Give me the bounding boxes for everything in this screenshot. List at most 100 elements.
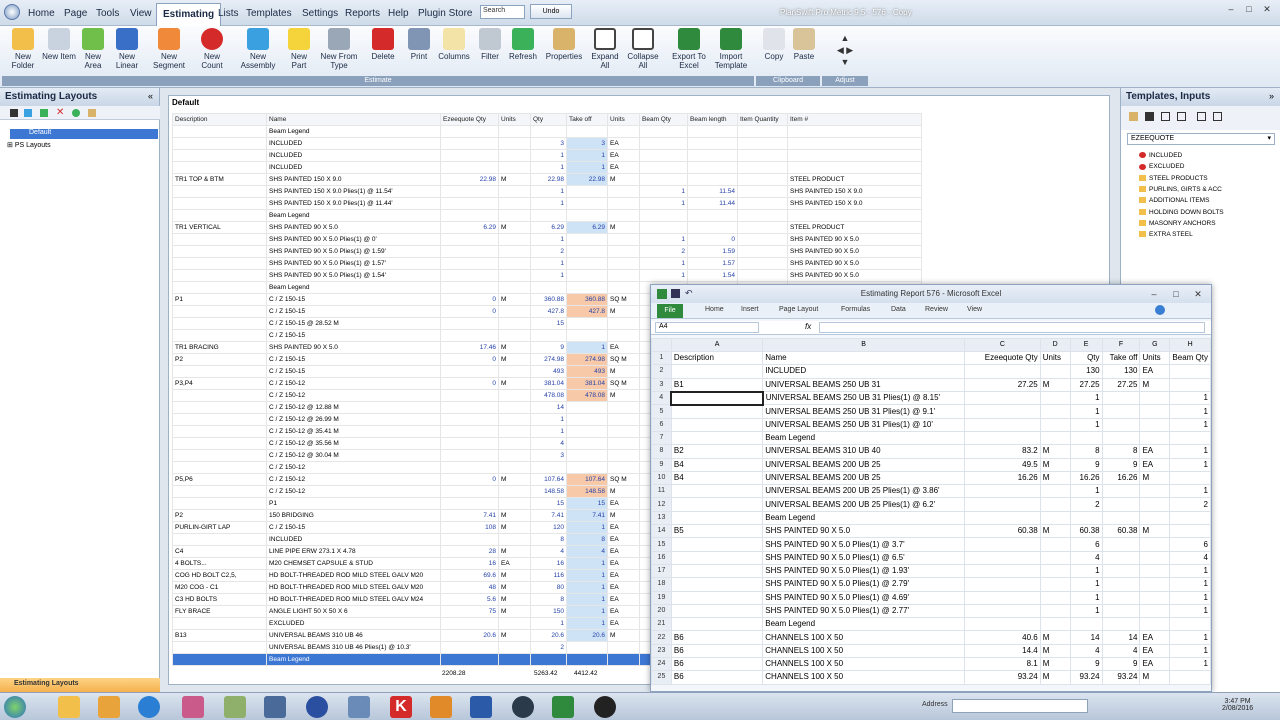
excel-cell[interactable] <box>963 550 1041 565</box>
row-number[interactable]: 4 <box>651 391 672 406</box>
excel-cell[interactable] <box>1139 550 1171 565</box>
excel-tab-view[interactable]: View <box>967 306 982 313</box>
column-header[interactable]: Units <box>498 113 531 126</box>
excel-cell[interactable] <box>1039 417 1071 432</box>
excel-cell[interactable]: 8.1 <box>963 657 1041 672</box>
template-item[interactable]: MASONRY ANCHORS <box>1139 220 1216 227</box>
print-button[interactable]: Print <box>404 28 434 61</box>
table-row[interactable]: INCLUDED 1 1 EA <box>172 161 922 174</box>
excel-cell[interactable] <box>1139 417 1171 432</box>
excel-cell[interactable] <box>670 390 764 406</box>
column-header[interactable]: Beam Qty <box>639 113 688 126</box>
row-number[interactable]: 6 <box>651 417 672 432</box>
excel-cell[interactable]: 6 <box>1169 537 1211 552</box>
collapse-all-button[interactable]: Collapse All <box>626 28 660 70</box>
outlook-icon[interactable] <box>430 696 452 718</box>
table-row[interactable]: INCLUDED 3 3 EA <box>172 137 922 150</box>
new-linear-button[interactable]: New Linear <box>110 28 144 70</box>
adjust-arrows-icon[interactable]: ▲ ◀ ▶ ▼ <box>828 32 862 68</box>
new-area-button[interactable]: New Area <box>76 28 110 70</box>
excel-tab-home[interactable]: Home <box>705 306 724 313</box>
delete-button[interactable]: Delete <box>368 28 398 61</box>
menu-settings[interactable]: Settings <box>302 8 338 19</box>
table-row[interactable]: Beam Legend <box>172 125 922 138</box>
excel-cell[interactable] <box>1039 391 1071 406</box>
excel-cell[interactable]: Beam Legend <box>762 510 965 526</box>
excel-cell[interactable]: M <box>1039 444 1071 459</box>
excel-cell[interactable]: EA <box>1139 630 1171 645</box>
formula-input[interactable] <box>819 322 1205 333</box>
excel-cell[interactable] <box>1169 364 1211 379</box>
excel-cell[interactable] <box>963 391 1041 406</box>
address-input[interactable] <box>952 699 1088 713</box>
minimize-icon[interactable]: – <box>1224 4 1238 16</box>
refresh-button[interactable]: Refresh <box>506 28 540 61</box>
folder-open-icon[interactable] <box>1129 112 1138 121</box>
excel-cell[interactable]: 93.24 <box>1101 670 1141 685</box>
excel-cell[interactable]: EA <box>1139 657 1171 672</box>
excel-cell[interactable] <box>1039 603 1071 619</box>
excel-cell[interactable] <box>1169 470 1211 486</box>
excel-cell[interactable]: B6 <box>670 657 764 672</box>
add-template-icon[interactable] <box>1197 112 1206 121</box>
table-row[interactable]: SHS PAINTED 90 X 5.0 Plies(1) @ 1.57' 1 1 1… <box>172 257 922 270</box>
undo-button[interactable]: Undo <box>530 4 572 19</box>
excel-cell[interactable] <box>1039 563 1071 579</box>
excel-cell[interactable] <box>1039 537 1071 552</box>
name-box[interactable]: A4 <box>655 322 759 333</box>
excel-cell[interactable]: UNIVERSAL BEAMS 200 UB 25 <box>762 457 965 472</box>
excel-cell[interactable]: 1 <box>1069 603 1103 619</box>
excel-cell[interactable]: 93.24 <box>1069 670 1103 685</box>
excel-cell[interactable]: B2 <box>670 444 764 459</box>
explorer-icon[interactable] <box>58 696 80 718</box>
excel-cell[interactable]: Ezeequote Qty <box>963 350 1041 366</box>
excel-cell[interactable]: 1 <box>1169 657 1211 672</box>
excel-cell[interactable]: 9 <box>1069 657 1103 672</box>
excel-cell[interactable]: B1 <box>670 377 764 393</box>
excel-cell[interactable] <box>670 603 764 619</box>
excel-cell[interactable] <box>1101 484 1141 499</box>
excel-cell[interactable] <box>670 617 764 632</box>
excel-cell[interactable]: 4 <box>1069 550 1103 565</box>
excel-cell[interactable] <box>1101 430 1141 446</box>
properties-button[interactable]: Properties <box>544 28 584 61</box>
excel-cell[interactable] <box>670 404 764 419</box>
row-number[interactable]: 16 <box>651 550 672 565</box>
excel-cell[interactable] <box>670 563 764 579</box>
excel-cell[interactable] <box>1139 391 1171 406</box>
excel-cell[interactable] <box>963 537 1041 552</box>
excel-tab-file[interactable]: File <box>657 304 683 318</box>
row-number[interactable]: 14 <box>651 524 672 539</box>
excel-cell[interactable] <box>963 577 1041 592</box>
excel-cell[interactable]: 40.6 <box>963 630 1041 645</box>
kaspersky-icon[interactable]: K <box>390 696 412 718</box>
column-letter[interactable]: F <box>1101 338 1141 352</box>
column-header[interactable]: Item Quantity <box>737 113 788 126</box>
excel-cell[interactable]: M <box>1039 630 1071 645</box>
app-logo-icon[interactable] <box>4 4 20 20</box>
excel-minimize-icon[interactable]: – <box>1147 289 1161 301</box>
table-row[interactable]: SHS PAINTED 150 X 9.0 Plies(1) @ 11.44' 1… <box>172 197 922 210</box>
column-letter[interactable]: C <box>963 338 1041 352</box>
excel-cell[interactable]: 1 <box>1069 391 1103 406</box>
excel-cell[interactable] <box>963 484 1041 499</box>
excel-cell[interactable] <box>1139 430 1171 446</box>
left-pane-footer[interactable]: Estimating Layouts <box>0 678 160 692</box>
excel-cell[interactable]: SHS PAINTED 90 X 5.0 Plies(1) @ 4.69' <box>762 590 965 605</box>
excel-cell[interactable] <box>1039 404 1071 419</box>
excel-cell[interactable] <box>1039 550 1071 565</box>
collapse-tree-icon[interactable] <box>1177 112 1186 121</box>
excel-cell[interactable]: 93.24 <box>963 670 1041 685</box>
table-row[interactable]: SHS PAINTED 150 X 9.0 Plies(1) @ 11.54' 1… <box>172 185 922 198</box>
excel-cell[interactable] <box>1101 563 1141 579</box>
excel-cell[interactable] <box>670 550 764 565</box>
excel-cell[interactable] <box>1101 404 1141 419</box>
search-input[interactable]: Search <box>480 5 525 19</box>
refresh-layout-icon[interactable] <box>72 109 80 117</box>
import-template-button[interactable]: Import Template <box>710 28 752 70</box>
excel-cell[interactable]: SHS PAINTED 90 X 5.0 Plies(1) @ 1.93' <box>762 563 965 579</box>
excel-cell[interactable]: 14.4 <box>963 643 1041 659</box>
excel-cell[interactable]: 1 <box>1169 417 1211 432</box>
excel-cell[interactable] <box>963 404 1041 419</box>
close-icon[interactable]: ✕ <box>1260 4 1274 16</box>
